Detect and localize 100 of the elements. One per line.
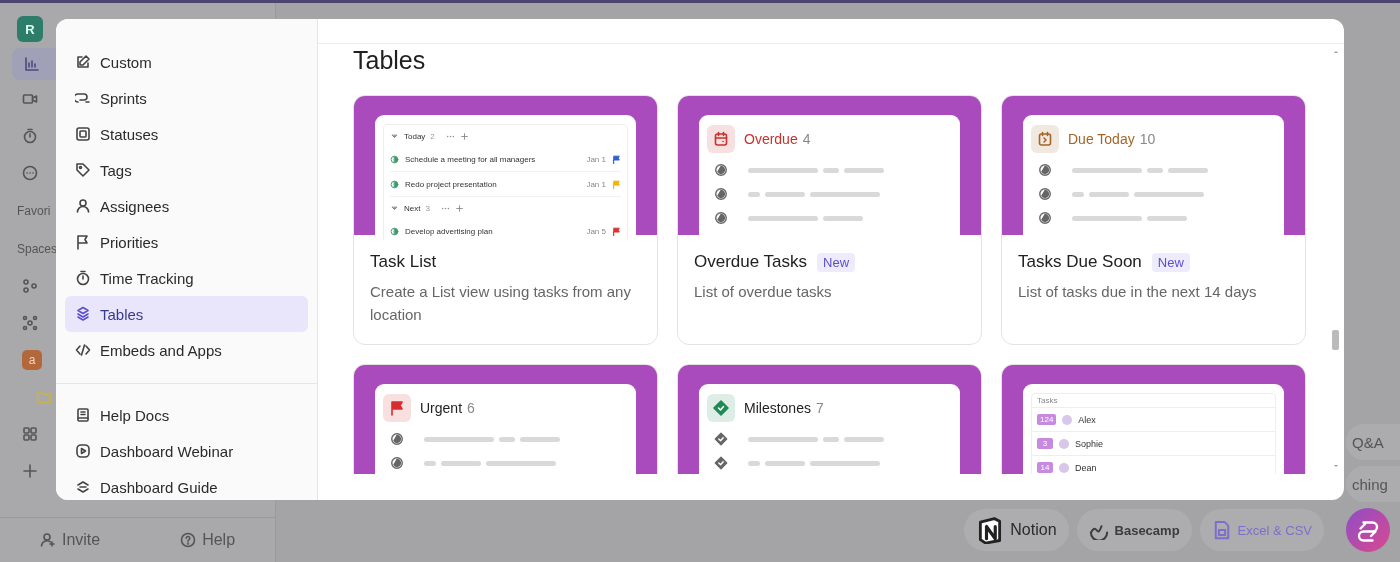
timer-icon — [22, 127, 38, 144]
count-tag: 14 — [1037, 462, 1053, 473]
nav-item[interactable]: Priorities — [65, 224, 308, 260]
person-name: Dean — [1075, 462, 1097, 473]
book-icon — [75, 407, 91, 423]
placeholder-line — [823, 167, 839, 173]
help-link[interactable]: Help Docs — [65, 397, 308, 433]
layers-icon — [75, 306, 91, 322]
diamond-check-icon — [714, 432, 728, 446]
group-label: Overdue — [744, 131, 798, 147]
nav-item[interactable]: Embeds and Apps — [65, 332, 308, 368]
count-tag: 124 — [1037, 414, 1057, 425]
task-name: Develop advertising plan — [405, 226, 494, 236]
nav-item[interactable]: Sprints — [65, 80, 308, 116]
table-title: Tasks — [1032, 394, 1275, 408]
card-description: List of overdue tasks — [694, 282, 833, 302]
status-icon — [390, 432, 404, 446]
section-label: Favori — [16, 203, 52, 220]
square-icon — [75, 126, 91, 142]
person-name: Alex — [1078, 414, 1096, 425]
task-name: Redo project presentation — [405, 179, 498, 189]
placeholder-line — [748, 191, 760, 197]
template-card[interactable]: Milestones 7 — [677, 364, 982, 474]
template-card[interactable]: Urgent 6 — [353, 364, 658, 474]
placeholder-line — [1089, 191, 1129, 197]
group-count: 2 — [430, 131, 435, 141]
task-date: Jan 5 — [586, 226, 606, 236]
placeholder-line — [486, 460, 556, 466]
workspace-avatar[interactable]: R — [17, 16, 43, 42]
status-icon — [1038, 163, 1052, 177]
timer-icon — [75, 270, 91, 286]
import-button[interactable]: Notion — [964, 509, 1069, 551]
flag-icon — [389, 400, 405, 416]
placeholder-line — [1072, 215, 1142, 221]
help-link[interactable]: Dashboard Webinar — [65, 433, 308, 469]
nav-item[interactable]: Assignees — [65, 188, 308, 224]
person-name: Sophie — [1075, 438, 1104, 449]
status-icon — [714, 187, 728, 201]
avatar — [1059, 438, 1069, 449]
placeholder-line — [748, 215, 818, 221]
group-count: 6 — [467, 400, 475, 416]
plus-icon — [459, 131, 469, 141]
template-card[interactable]: Tasks 124 Alex 3 Sophie 14 Dean — [1001, 364, 1306, 474]
placeholder-line — [844, 436, 884, 442]
user-icon — [75, 198, 91, 214]
play-icon — [75, 443, 91, 459]
nav-item[interactable]: Custom — [65, 44, 308, 80]
group-count: 7 — [815, 400, 824, 416]
placeholder-line — [823, 436, 839, 442]
card-title: Task List — [370, 252, 437, 272]
import-button[interactable]: Basecamp — [1076, 509, 1192, 551]
add-user-icon — [39, 532, 56, 548]
help-link[interactable]: Dashboard Guide — [65, 469, 308, 500]
nodes-icon — [22, 277, 38, 294]
placeholder-line — [1147, 215, 1187, 221]
more-icon — [22, 164, 38, 181]
group-label: Milestones — [744, 400, 811, 416]
task-date: Jan 1 — [586, 154, 606, 164]
placeholder-line — [748, 167, 818, 173]
placeholder-line — [810, 191, 880, 197]
nav-item[interactable]: Time Tracking — [65, 260, 308, 296]
placeholder-line — [499, 436, 515, 442]
code-icon — [75, 342, 91, 358]
scrollbar-thumb[interactable] — [1332, 330, 1339, 350]
template-card[interactable]: Today 2 Schedule a meeting for all managers Jan 1 Redo project presentation Jan 1 Next 3 Develop advertising plan Jan 5 Task List Create a List view using tasks from any location — [353, 95, 658, 345]
group-count: 4 — [802, 131, 811, 147]
new-badge: New — [1151, 252, 1190, 272]
layers-icon — [75, 479, 91, 495]
status-icon — [714, 163, 728, 177]
template-card[interactable]: Due Today 10 Tasks Due Soon New List of tasks due in the next 14 days — [1001, 95, 1306, 345]
count-tag: 3 — [1037, 438, 1053, 449]
card-title: Tasks Due Soon — [1018, 252, 1142, 272]
status-icon — [1038, 187, 1052, 201]
nav-item[interactable]: Tables — [65, 296, 308, 332]
group-name: Today — [404, 131, 426, 141]
placeholder-line — [441, 460, 481, 466]
template-card[interactable]: Overdue 4 Overdue Tasks New List of overdue tasks — [677, 95, 982, 345]
assistant-button[interactable] — [1346, 508, 1390, 552]
help-icon — [180, 532, 197, 548]
nav-item[interactable]: Tags — [65, 152, 308, 188]
new-badge: New — [817, 252, 856, 272]
network-icon — [22, 314, 38, 331]
group-count: 10 — [1139, 131, 1156, 147]
flag-icon — [75, 234, 91, 250]
placeholder-line — [810, 460, 880, 466]
nav-item[interactable]: Statuses — [65, 116, 308, 152]
placeholder-line — [424, 460, 436, 466]
plus-icon — [22, 462, 38, 479]
avatar — [1062, 414, 1073, 425]
placeholder-line — [1072, 167, 1142, 173]
placeholder-line — [1134, 191, 1204, 197]
placeholder-line — [1147, 167, 1163, 173]
card-description: List of tasks due in the next 14 days — [1018, 282, 1258, 302]
placeholder-line — [823, 215, 863, 221]
scroll-up-icon — [1332, 48, 1340, 56]
card-description: Create a List view using tasks from any location — [370, 282, 632, 325]
task-name: Schedule a meeting for all managers — [405, 154, 537, 164]
status-icon — [714, 211, 728, 225]
calendar-icon — [713, 131, 729, 147]
group-count: 3 — [425, 203, 430, 213]
